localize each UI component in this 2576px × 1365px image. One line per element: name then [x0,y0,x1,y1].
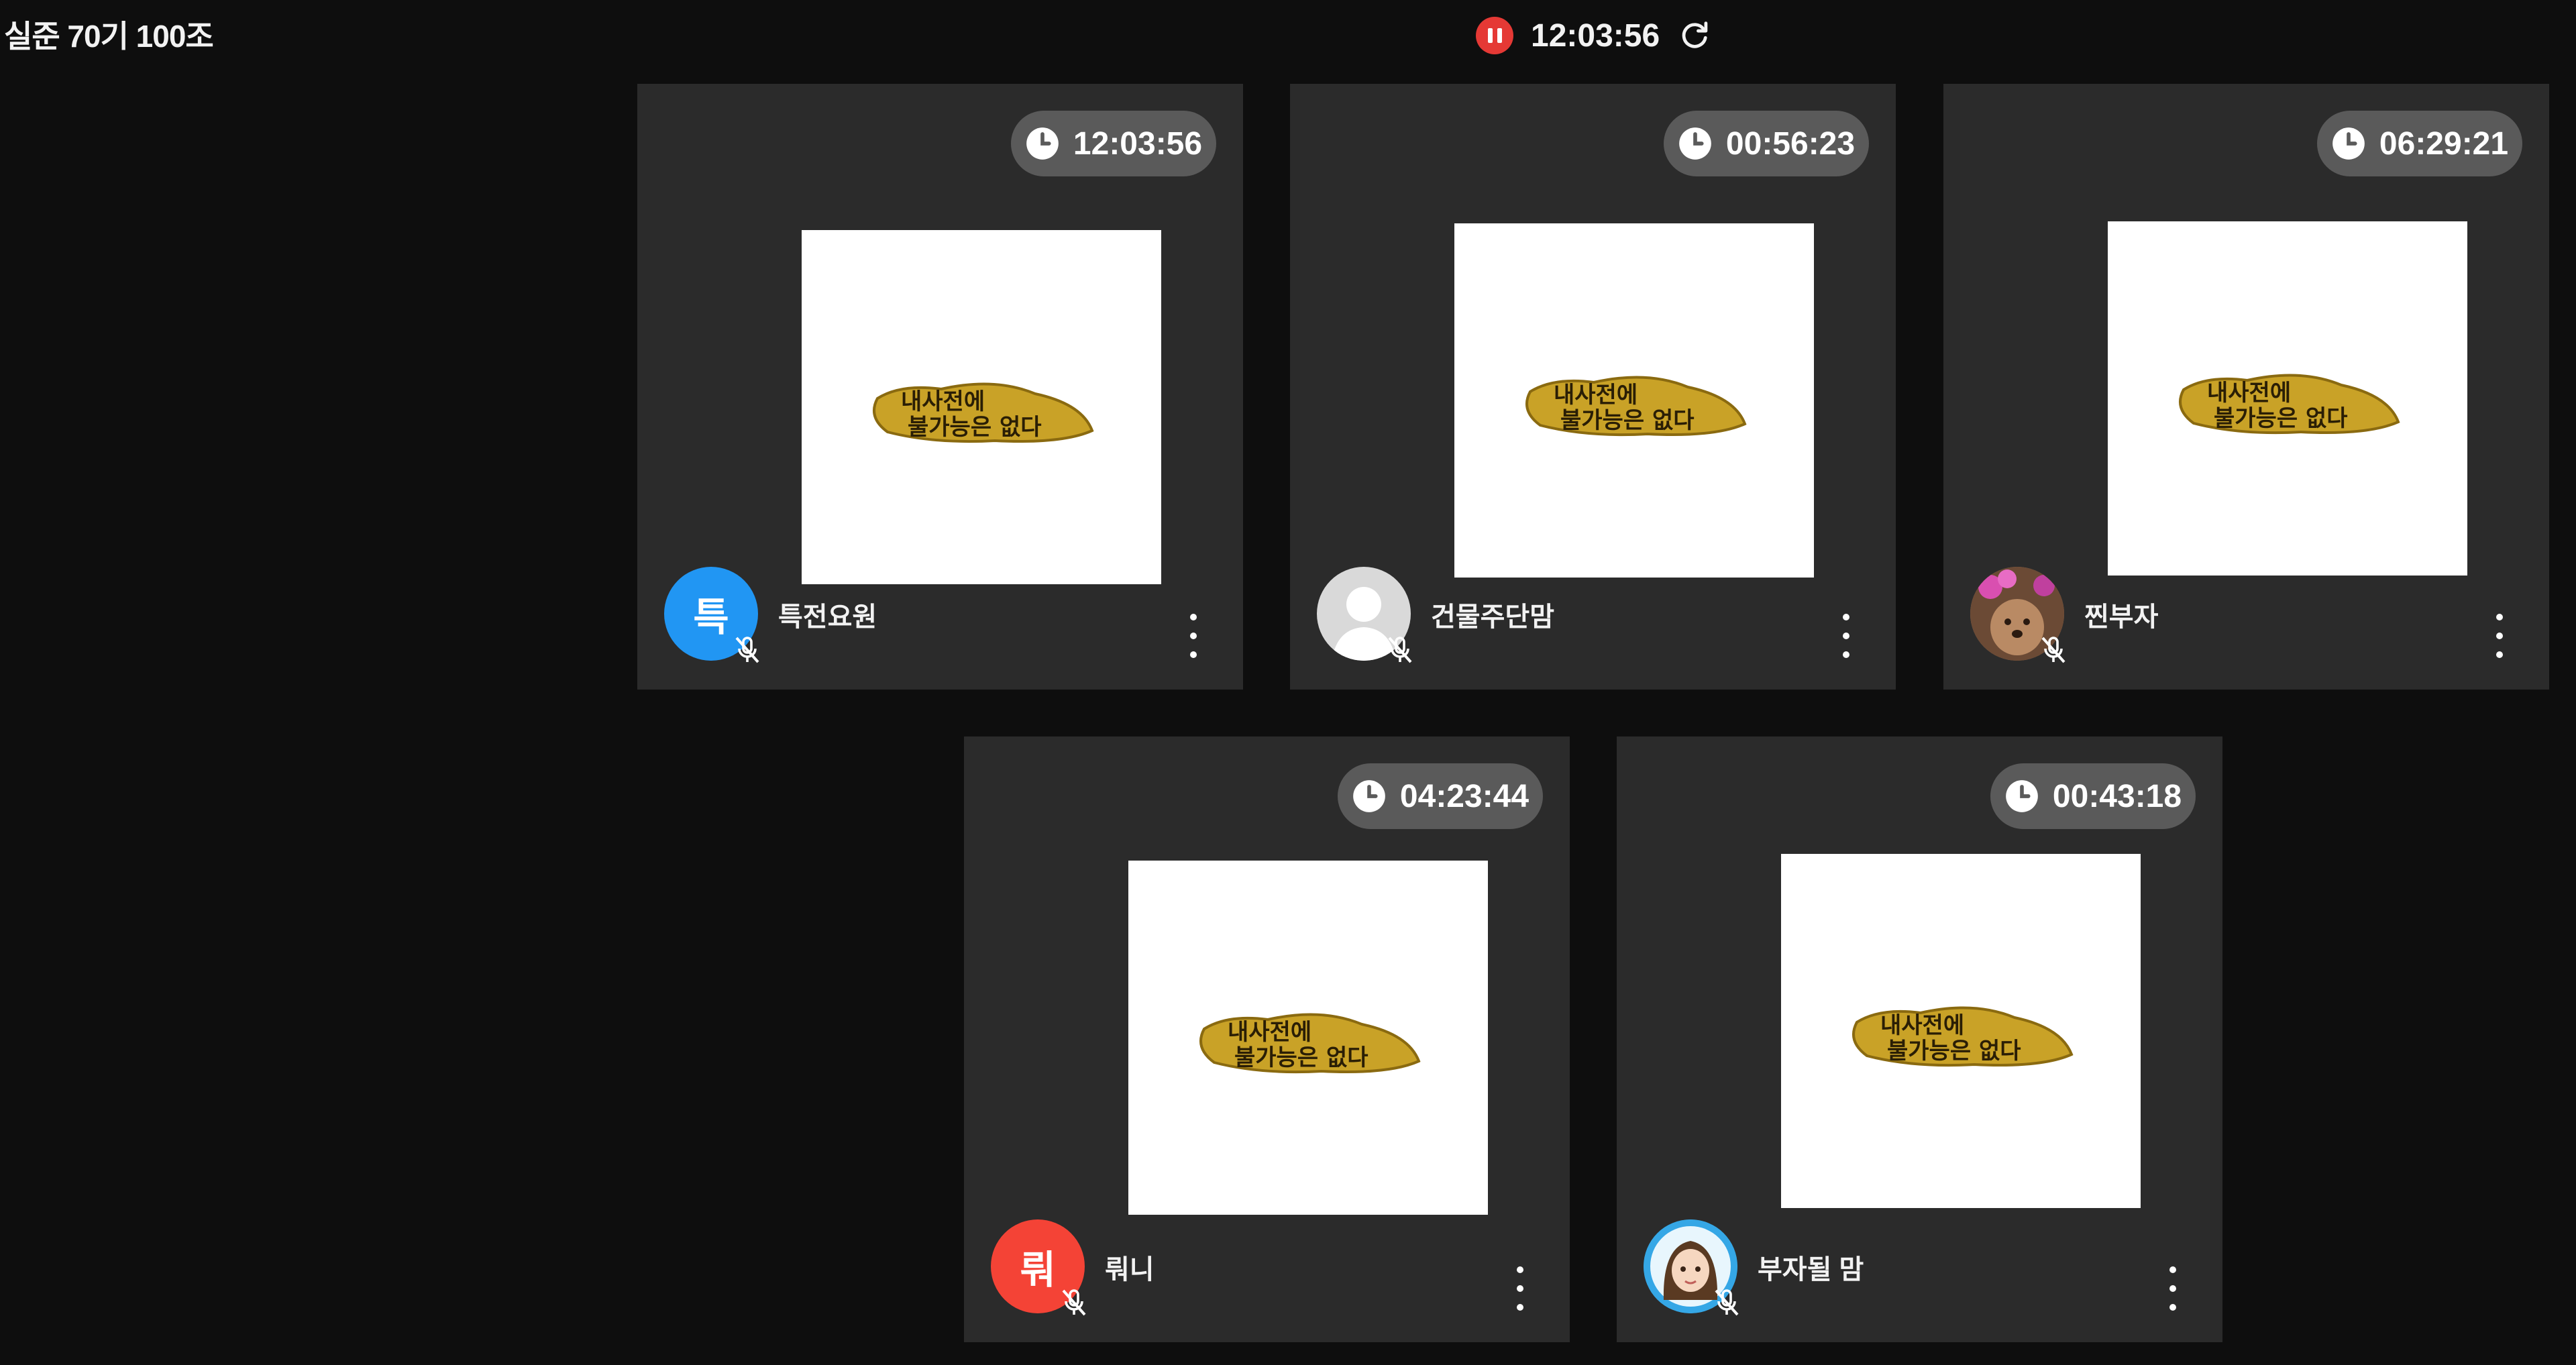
more-dot [2496,651,2503,658]
camera-thumbnail: 내사전에 불가능은 없다 [1128,861,1488,1215]
more-options-button[interactable] [2165,1266,2181,1311]
more-dot [1843,651,1849,658]
camera-thumbnail: 내사전에 불가능은 없다 [1781,854,2141,1208]
camera-thumbnail: 내사전에 불가능은 없다 [2108,221,2467,576]
participant-name: 찐부자 [2084,602,2159,632]
more-dot [1190,651,1197,658]
timer-value: 06:29:21 [2379,125,2509,162]
mic-muted-icon [1062,1289,1086,1316]
timer-value: 00:56:23 [1725,125,1856,162]
participant-tile[interactable]: 06:29:21 내사전에 불가능은 없다 찐부자 [1943,84,2549,690]
more-dot [2496,633,2503,639]
more-dot [1517,1266,1523,1273]
clock-icon [1026,127,1059,160]
participant-name: 부자될 맘 [1758,1255,1864,1285]
study-timer: 06:29:21 [2317,111,2522,176]
more-dot [1517,1304,1523,1311]
more-options-button[interactable] [1512,1266,1528,1311]
session-elapsed-time: 12:03:56 [1531,17,1660,54]
session-controls: 12:03:56 [1476,15,1712,56]
more-options-button[interactable] [2491,614,2508,658]
camera-thumbnail: 내사전에 불가능은 없다 [1454,223,1814,578]
motto-badge-image: 내사전에 불가능은 없다 [1199,1013,1421,1074]
badge-text-line1: 내사전에 [1228,1019,1311,1046]
participant-tile[interactable]: 12:03:56 내사전에 불가능은 없다 특 특전요원 [637,84,1243,690]
clock-icon [1679,127,1711,160]
badge-text-line1: 내사전에 [1554,382,1638,408]
badge-text-line1: 내사전에 [901,388,985,415]
participant-name: 건물주단맘 [1431,602,1554,632]
more-dot [1843,633,1849,639]
clock-icon [1353,780,1385,812]
mic-muted-icon [735,637,759,663]
study-timer: 00:56:23 [1664,111,1869,176]
pause-button[interactable] [1476,17,1513,54]
room-title: 실준 70기 100조 [4,19,214,54]
study-timer: 12:03:56 [1011,111,1216,176]
more-dot [2169,1266,2176,1273]
timer-value: 00:43:18 [2052,778,2182,814]
study-timer: 04:23:44 [1338,763,1543,829]
clock-icon [2006,780,2038,812]
motto-badge-image: 내사전에 불가능은 없다 [2179,374,2400,435]
participant-name: 특전요원 [778,602,877,632]
badge-text-line2: 불가능은 없다 [908,414,1042,441]
participant-tile[interactable]: 00:43:18 내사전에 불가능은 없다 부자될 맘 [1617,736,2222,1342]
timer-value: 04:23:44 [1399,778,1529,814]
more-options-button[interactable] [1185,614,1201,658]
mic-muted-icon [1388,637,1412,663]
badge-text-line1: 내사전에 [1880,1012,1964,1039]
pause-icon [1487,28,1493,43]
study-timer: 00:43:18 [1990,763,2196,829]
more-dot [1843,614,1849,620]
participant-name: 뤄니 [1105,1255,1155,1285]
refresh-icon[interactable] [1677,18,1712,53]
clock-icon [2332,127,2365,160]
badge-text-line1: 내사전에 [2207,380,2291,406]
camera-thumbnail: 내사전에 불가능은 없다 [802,230,1161,584]
mic-muted-icon [2041,637,2065,663]
badge-text-line2: 불가능은 없다 [2214,405,2348,432]
badge-text-line2: 불가능은 없다 [1560,407,1695,434]
badge-text-line2: 불가능은 없다 [1234,1044,1368,1071]
mic-muted-icon [1715,1289,1739,1316]
more-dot [2496,614,2503,620]
more-options-button[interactable] [1838,614,1854,658]
timer-value: 12:03:56 [1073,125,1203,162]
more-dot [1517,1285,1523,1292]
participant-tile[interactable]: 04:23:44 내사전에 불가능은 없다 뤄 뤄니 [964,736,1570,1342]
motto-badge-image: 내사전에 불가능은 없다 [1852,1006,2074,1067]
motto-badge-image: 내사전에 불가능은 없다 [1525,376,1747,437]
badge-text-line2: 불가능은 없다 [1887,1038,2021,1064]
more-dot [2169,1285,2176,1292]
more-dot [1190,614,1197,620]
more-dot [2169,1304,2176,1311]
pause-icon-bar [1497,28,1502,43]
participant-tile[interactable]: 00:56:23 내사전에 불가능은 없다 건물주단맘 [1290,84,1896,690]
more-dot [1190,633,1197,639]
motto-badge-image: 내사전에 불가능은 없다 [873,382,1094,443]
